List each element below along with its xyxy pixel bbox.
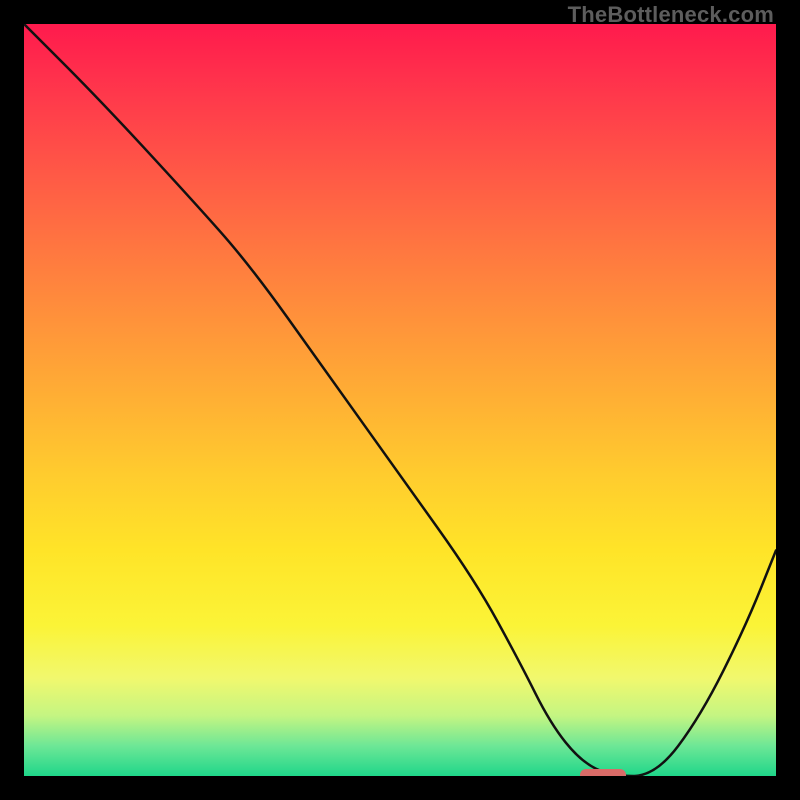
- bottleneck-curve: [24, 24, 776, 776]
- optimal-marker: [580, 769, 625, 776]
- chart-frame: TheBottleneck.com: [0, 0, 800, 800]
- curve-path: [24, 24, 776, 776]
- watermark-text: TheBottleneck.com: [568, 2, 774, 28]
- plot-area: [24, 24, 776, 776]
